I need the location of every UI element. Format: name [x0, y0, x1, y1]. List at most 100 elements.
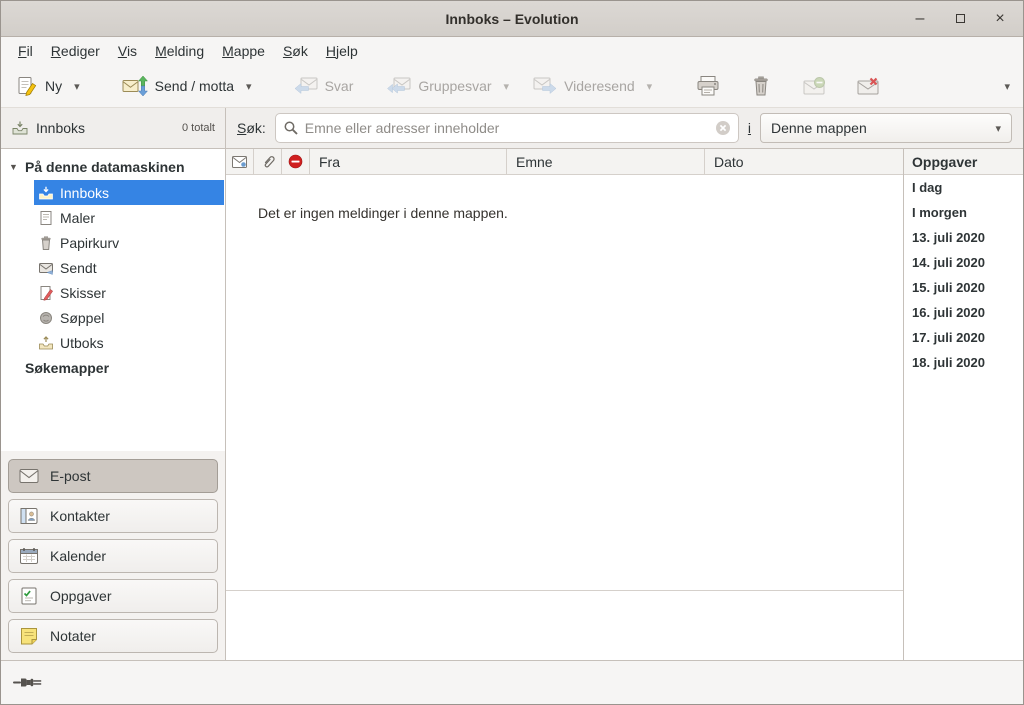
online-status-plug-icon[interactable]	[13, 676, 43, 689]
search-scope-combobox[interactable]: Denne mappen ▾	[760, 113, 1012, 143]
search-scope-label: i	[748, 120, 751, 136]
menu-hjelp[interactable]: Hjelp	[317, 38, 367, 64]
send-receive-dropdown[interactable]: ▾	[241, 75, 257, 98]
toolbar: Ny ▾ Send / motta ▾	[1, 65, 1023, 107]
paperclip-icon	[261, 154, 275, 169]
menu-vis[interactable]: Vis	[109, 38, 146, 64]
new-message-dropdown[interactable]: ▾	[69, 75, 85, 98]
search-entry[interactable]	[275, 113, 739, 143]
task-row-date[interactable]: 13. juli 2020	[904, 225, 1023, 250]
switcher-button-kalender[interactable]: Kalender	[8, 539, 218, 573]
clear-search-icon[interactable]	[715, 120, 731, 136]
task-row-date[interactable]: 14. juli 2020	[904, 250, 1023, 275]
minimize-button[interactable]: –	[909, 8, 931, 30]
menu-rediger[interactable]: Rediger	[42, 38, 109, 64]
maximize-button[interactable]	[949, 8, 971, 30]
reply-all-button[interactable]: Gruppesvar	[380, 71, 498, 101]
column-attachment[interactable]	[254, 149, 282, 174]
forward-dropdown[interactable]: ▾	[642, 75, 658, 98]
switcher-label: E-post	[50, 468, 90, 484]
search-icon[interactable]	[283, 120, 299, 136]
column-message-status[interactable]	[226, 149, 254, 174]
tasks-panel: Oppgaver I dag I morgen 13. juli 2020 14…	[903, 149, 1023, 660]
sidebar-item-label: Sendt	[60, 260, 97, 276]
sidebar-item-maler[interactable]: Maler	[34, 205, 224, 230]
drafts-folder-icon	[38, 285, 54, 301]
tree-root-search-folders[interactable]: Søkemapper	[1, 355, 225, 381]
sidebar-item-innboks[interactable]: Innboks	[34, 180, 224, 205]
titlebar[interactable]: Innboks – Evolution – ×	[1, 1, 1023, 37]
menubar: Fil Rediger Vis Melding Mappe Søk Hjelp	[1, 37, 1023, 65]
junk-button[interactable]	[793, 70, 835, 102]
close-button[interactable]: ×	[989, 8, 1011, 30]
column-from-label: Fra	[319, 154, 340, 170]
folder-message-count: 0 totalt	[182, 122, 215, 134]
send-receive-button[interactable]: Send / motta	[115, 70, 241, 102]
search-folders-label: Søkemapper	[25, 360, 109, 376]
mail-icon	[19, 468, 39, 484]
switcher-button-epost[interactable]: E-post	[8, 459, 218, 493]
sidebar-item-sendt[interactable]: Sendt	[34, 255, 224, 280]
forward-label: Videresend	[564, 78, 635, 94]
evolution-window: Innboks – Evolution – × Fil Rediger Vis …	[0, 0, 1024, 705]
forward-button[interactable]: Videresend	[526, 71, 642, 101]
calendar-icon	[19, 547, 39, 565]
sidebar-item-label: Innboks	[60, 185, 109, 201]
folder-sidebar: ▼ På denne datamaskinen Innboks	[1, 149, 226, 660]
menu-fil[interactable]: Fil	[9, 38, 42, 64]
switcher-button-notater[interactable]: Notater	[8, 619, 218, 653]
column-date-label: Dato	[714, 154, 744, 170]
junk-icon	[802, 76, 826, 96]
menu-melding[interactable]: Melding	[146, 38, 213, 64]
column-priority[interactable]	[282, 149, 310, 174]
menu-mappe[interactable]: Mappe	[213, 38, 274, 64]
window-controls: – ×	[909, 1, 1011, 36]
message-list-body[interactable]: Det er ingen meldinger i denne mappen.	[226, 175, 903, 590]
switcher-label: Notater	[50, 628, 96, 644]
inbox-icon	[11, 120, 29, 136]
toolbar-overflow-dropdown[interactable]: ▾	[999, 75, 1015, 98]
task-row-date[interactable]: 17. juli 2020	[904, 325, 1023, 350]
column-from[interactable]: Fra	[310, 149, 507, 174]
sidebar-item-soppel[interactable]: Søppel	[34, 305, 224, 330]
task-row-date[interactable]: 15. juli 2020	[904, 275, 1023, 300]
task-row-date[interactable]: 16. juli 2020	[904, 300, 1023, 325]
reply-all-icon	[387, 76, 411, 96]
search-input[interactable]	[305, 120, 709, 136]
delete-button[interactable]	[741, 69, 781, 103]
switcher-button-kontakter[interactable]: Kontakter	[8, 499, 218, 533]
sidebar-item-label: Søppel	[60, 310, 104, 326]
sidebar-item-papirkurv[interactable]: Papirkurv	[34, 230, 224, 255]
reply-button[interactable]: Svar	[287, 71, 361, 101]
tasks-panel-header[interactable]: Oppgaver	[904, 149, 1023, 175]
expander-icon[interactable]: ▼	[9, 162, 19, 172]
column-date[interactable]: Dato	[705, 149, 903, 174]
task-row-tomorrow[interactable]: I morgen	[904, 200, 1023, 225]
new-message-button[interactable]: Ny	[9, 70, 69, 102]
sidebar-item-label: Skisser	[60, 285, 106, 301]
preview-pane	[226, 590, 903, 660]
message-list-header: Fra Emne Dato	[226, 149, 903, 175]
sidebar-item-skisser[interactable]: Skisser	[34, 280, 224, 305]
reply-all-dropdown[interactable]: ▾	[499, 75, 515, 98]
not-junk-icon	[856, 76, 880, 96]
column-subject[interactable]: Emne	[507, 149, 705, 174]
forward-icon	[533, 76, 557, 96]
not-junk-button[interactable]	[847, 70, 889, 102]
inbox-folder-icon	[38, 185, 54, 201]
notes-icon	[19, 627, 39, 645]
switcher-label: Kontakter	[50, 508, 110, 524]
trash-folder-icon	[38, 235, 54, 251]
priority-icon	[288, 154, 303, 169]
print-icon	[696, 75, 720, 97]
junk-folder-icon	[38, 310, 54, 326]
tree-root-on-this-computer[interactable]: ▼ På denne datamaskinen	[1, 154, 225, 180]
task-row-today[interactable]: I dag	[904, 175, 1023, 200]
task-row-date[interactable]: 18. juli 2020	[904, 350, 1023, 375]
print-button[interactable]	[687, 69, 729, 103]
send-receive-label: Send / motta	[155, 78, 234, 94]
sidebar-item-utboks[interactable]: Utboks	[34, 330, 224, 355]
search-label: Søk:	[237, 120, 266, 136]
menu-sok[interactable]: Søk	[274, 38, 317, 64]
switcher-button-oppgaver[interactable]: Oppgaver	[8, 579, 218, 613]
